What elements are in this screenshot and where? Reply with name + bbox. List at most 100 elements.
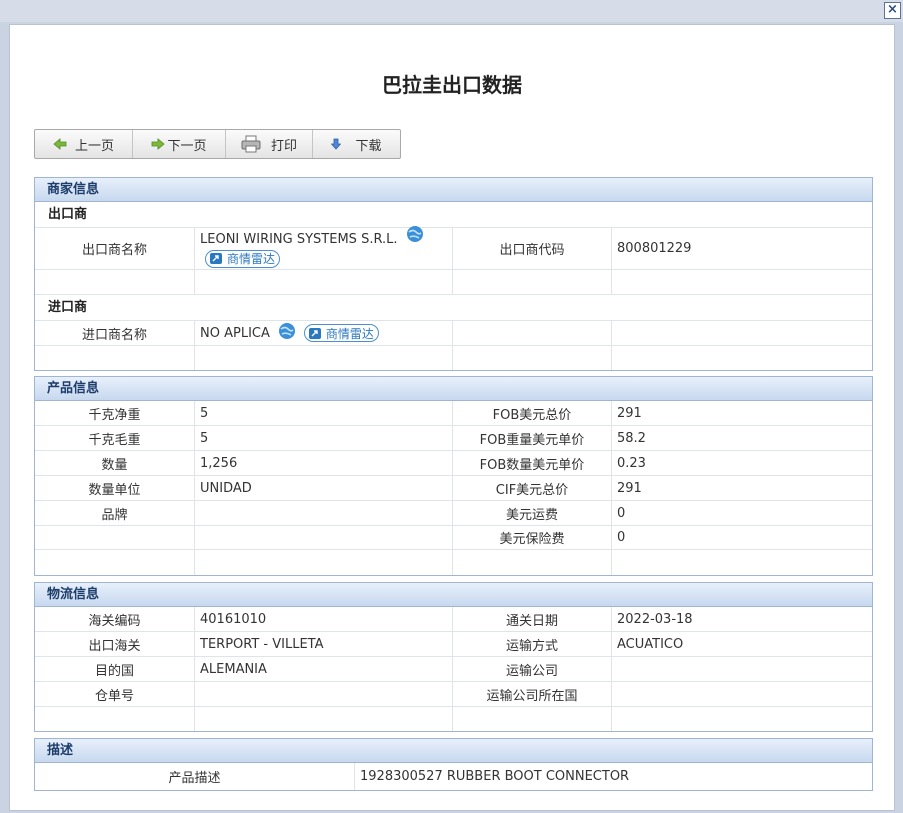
description-value: 1928300527 RUBBER BOOT CONNECTOR (360, 769, 630, 784)
field-label: 美元运费 (453, 501, 612, 525)
field-label: 千克毛重 (35, 426, 195, 450)
empty-cell (453, 346, 612, 370)
field-value: 58.2 (617, 430, 646, 446)
empty-cell (195, 707, 453, 731)
importer-row: 进口商名称 NO APLICA 商情雷达 (35, 321, 872, 346)
empty-cell (35, 707, 195, 731)
exporter-name: LEONI WIRING SYSTEMS S.R.L. (200, 232, 398, 247)
empty-cell (35, 346, 195, 370)
toolbar: 上一页 下一页 打印 下载 (34, 129, 401, 159)
field-label: 目的国 (35, 657, 195, 681)
field-value: ALEMANIA (195, 657, 453, 681)
empty-cell (612, 707, 872, 731)
empty-cell (35, 550, 195, 575)
globe-icon[interactable] (406, 225, 424, 247)
merchant-info-header: 商家信息 (35, 178, 872, 202)
field-value: 40161010 (195, 607, 453, 631)
empty-row (35, 707, 872, 731)
field-label: 仓单号 (35, 682, 195, 706)
product-info-section: 产品信息 千克净重 5 FOB美元总价 291 千克毛重 5 FOB重量美元单价… (34, 376, 873, 576)
printer-icon (241, 135, 261, 153)
print-button[interactable]: 打印 (226, 130, 313, 158)
table-row: 出口海关 TERPORT - VILLETA 运输方式 ACUATICO (35, 632, 872, 657)
exporter-name-cell: LEONI WIRING SYSTEMS S.R.L. 商情雷达 (195, 225, 453, 269)
field-label: 美元保险费 (453, 526, 612, 549)
field-label: FOB数量美元单价 (453, 451, 612, 475)
description-section: 描述 产品描述 1928300527 RUBBER BOOT CONNECTOR (34, 738, 873, 791)
field-label: 海关编码 (35, 607, 195, 631)
detail-dialog: 巴拉圭出口数据 上一页 下一页 打印 下载 商家信息 出口商 出口商名称 LEO… (9, 24, 895, 811)
field-label: 出口海关 (35, 632, 195, 656)
empty-row (35, 270, 872, 295)
field-value (195, 682, 453, 706)
field-value: 0.23 (617, 455, 646, 471)
table-row: 目的国 ALEMANIA 运输公司 (35, 657, 872, 682)
page-title: 巴拉圭出口数据 (382, 73, 522, 97)
window-top-bar: × (0, 0, 903, 22)
field-value: 1,256 (195, 451, 453, 475)
field-label: 运输公司所在国 (453, 682, 612, 706)
empty-cell (612, 550, 872, 575)
merchant-info-section: 商家信息 出口商 出口商名称 LEONI WIRING SYSTEMS S.R.… (34, 177, 873, 371)
close-button[interactable]: × (884, 2, 901, 19)
product-table: 千克净重 5 FOB美元总价 291 千克毛重 5 FOB重量美元单价 58.2… (35, 401, 872, 575)
logistics-info-header: 物流信息 (35, 583, 872, 607)
exporter-name-label: 出口商名称 (35, 228, 195, 269)
empty-cell (612, 270, 872, 294)
empty-cell (612, 346, 872, 370)
empty-cell (35, 270, 195, 294)
table-row: 数量单位 UNIDAD CIF美元总价 291 (35, 476, 872, 501)
next-page-label: 下一页 (167, 138, 207, 154)
exporter-code-label: 出口商代码 (453, 228, 612, 269)
radar-icon (308, 327, 321, 339)
table-row: 千克净重 5 FOB美元总价 291 (35, 401, 872, 426)
description-header: 描述 (35, 739, 872, 763)
field-label: 数量 (35, 451, 195, 475)
table-row: 数量 1,256 FOB数量美元单价 0.23 (35, 451, 872, 476)
empty-cell (453, 707, 612, 731)
print-label: 打印 (270, 138, 297, 154)
prev-page-button[interactable]: 上一页 (35, 130, 133, 158)
exporter-radar-button[interactable]: 商情雷达 (205, 249, 281, 268)
empty-row (35, 550, 872, 575)
empty-cell (453, 270, 612, 294)
prev-page-label: 上一页 (74, 138, 114, 154)
field-label: 通关日期 (453, 607, 612, 631)
field-value: 0 (617, 530, 626, 545)
field-label: 运输公司 (453, 657, 612, 681)
arrow-left-icon (53, 138, 67, 150)
radar-label: 商情雷达 (325, 326, 374, 341)
field-value: TERPORT - VILLETA (195, 632, 453, 656)
empty-cell (453, 321, 612, 345)
field-label: 品牌 (35, 501, 195, 525)
logistics-info-section: 物流信息 海关编码 40161010 通关日期 2022-03-18 出口海关 … (34, 582, 873, 732)
field-value (195, 501, 453, 525)
exporter-row: 出口商名称 LEONI WIRING SYSTEMS S.R.L. 商情雷达 出… (35, 225, 872, 270)
field-value (195, 526, 453, 549)
empty-cell (453, 550, 612, 575)
field-value (612, 682, 872, 706)
next-page-button[interactable]: 下一页 (133, 130, 226, 158)
empty-cell (195, 346, 453, 370)
importer-name-cell: NO APLICA 商情雷达 (195, 321, 453, 345)
importer-name-label: 进口商名称 (35, 321, 195, 345)
empty-cell (195, 550, 453, 575)
radar-icon (210, 253, 222, 264)
empty-cell (612, 321, 872, 345)
empty-cell (195, 270, 453, 294)
field-label: FOB美元总价 (453, 401, 612, 425)
product-info-header: 产品信息 (35, 377, 872, 401)
globe-icon[interactable] (278, 322, 296, 344)
download-label: 下载 (355, 138, 382, 154)
table-row: 千克毛重 5 FOB重量美元单价 58.2 (35, 426, 872, 451)
field-value: 291 (617, 405, 642, 421)
importer-radar-button[interactable]: 商情雷达 (303, 324, 379, 342)
field-value: 2022-03-18 (617, 611, 693, 627)
table-row: 海关编码 40161010 通关日期 2022-03-18 (35, 607, 872, 632)
description-row: 产品描述 1928300527 RUBBER BOOT CONNECTOR (35, 763, 872, 790)
importer-name: NO APLICA (200, 325, 270, 341)
table-row: 美元保险费 0 (35, 526, 872, 550)
exporter-code: 800801229 (617, 241, 692, 256)
download-button[interactable]: 下载 (313, 130, 400, 158)
exporter-heading: 出口商 (35, 202, 872, 228)
